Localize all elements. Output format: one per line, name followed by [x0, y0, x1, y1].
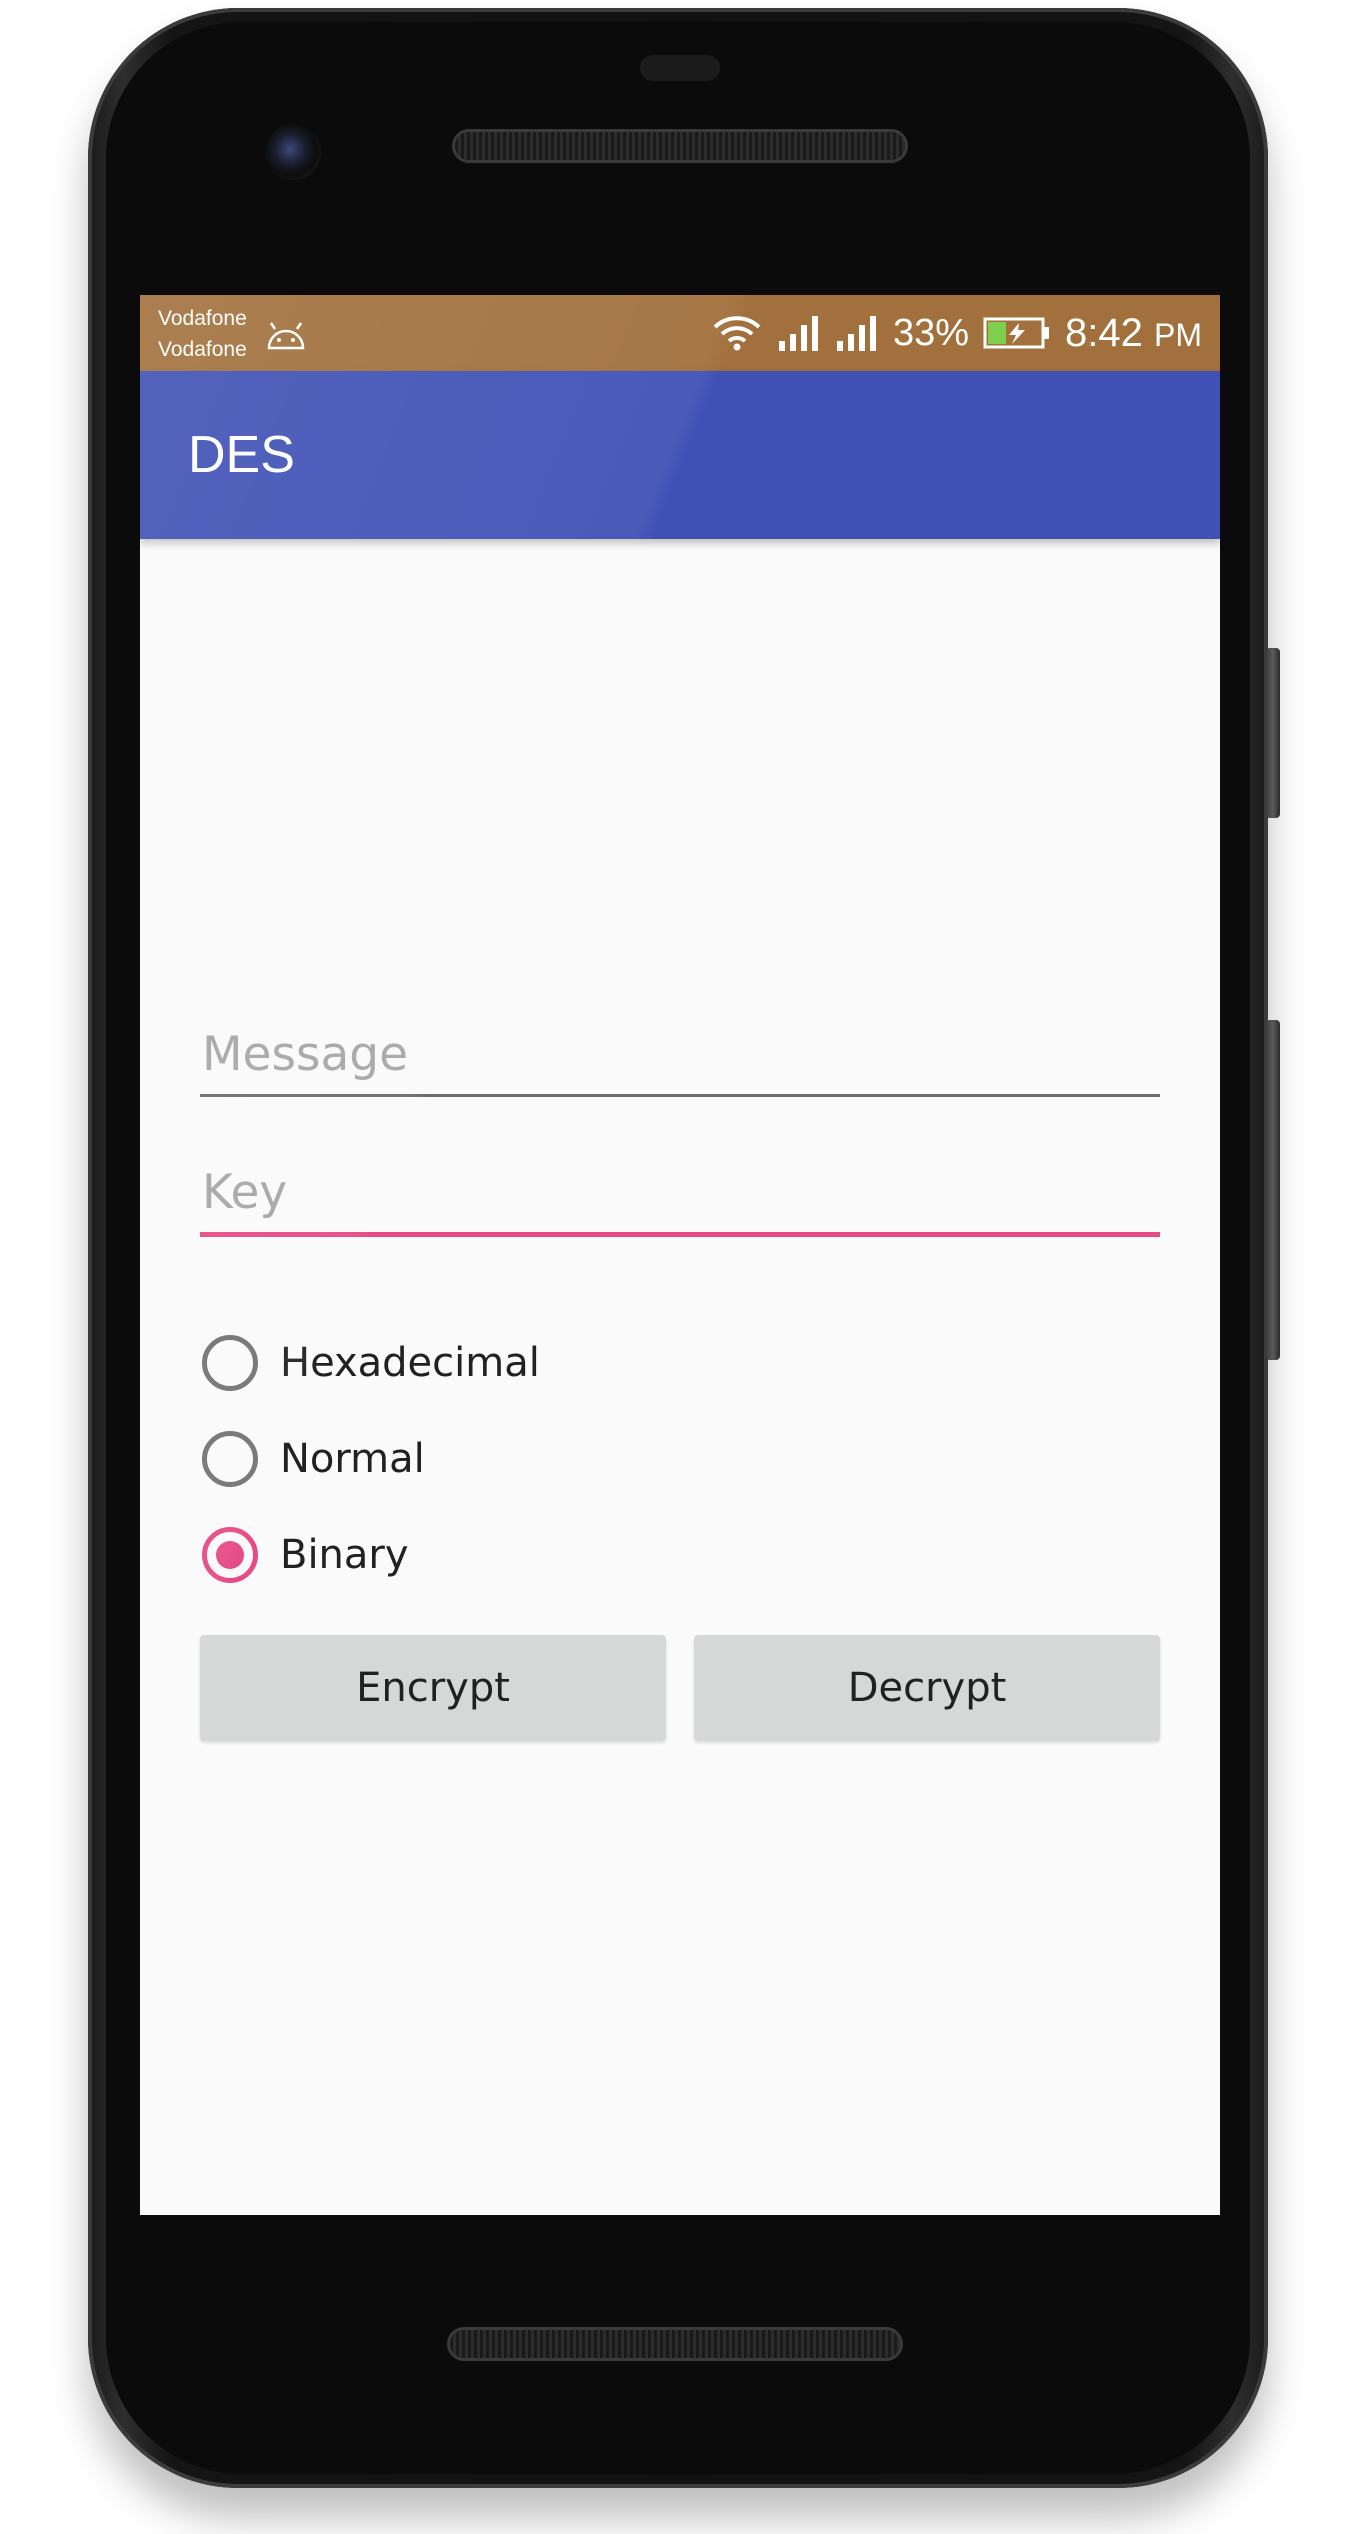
carrier-line-2: Vodafone: [158, 338, 247, 361]
radio-normal[interactable]: Normal: [202, 1411, 540, 1507]
clock-time: 8:42: [1065, 310, 1143, 355]
radio-label-hexadecimal: Hexadecimal: [280, 1340, 540, 1386]
clock-ampm: PM: [1154, 316, 1202, 353]
battery-charging-icon: [983, 317, 1050, 349]
bottom-speaker: [450, 2330, 900, 2358]
proximity-sensor: [640, 55, 720, 81]
status-bar: Vodafone Vodafone 33% 8:42 PM: [140, 295, 1220, 371]
screen-glare: [140, 295, 1220, 2215]
carrier-line-1: Vodafone: [158, 307, 247, 330]
encrypt-button[interactable]: Encrypt: [200, 1635, 666, 1741]
front-camera: [265, 124, 321, 180]
key-field[interactable]: [200, 1165, 1160, 1237]
wifi-icon: [713, 316, 761, 351]
status-icons: 33% 8:42 PM: [711, 295, 1202, 371]
phone-mockup: Vodafone Vodafone 33% 8:42 PM DES Messag…: [0, 0, 1370, 2534]
signal-icon: [778, 316, 818, 351]
power-button: [1266, 648, 1280, 818]
radio-label-binary: Binary: [280, 1532, 409, 1578]
app-title: DES: [188, 426, 295, 484]
radio-button-normal[interactable]: [202, 1431, 258, 1487]
format-radio-group: Hexadecimal Normal Binary: [202, 1315, 540, 1603]
decrypt-button[interactable]: Decrypt: [694, 1635, 1160, 1741]
message-field[interactable]: [200, 1027, 1160, 1097]
earpiece-speaker: [455, 132, 905, 160]
android-debug-icon: [267, 322, 305, 350]
radio-binary[interactable]: Binary: [202, 1507, 540, 1603]
app-toolbar: DES: [140, 371, 1220, 539]
radio-button-hexadecimal[interactable]: [202, 1335, 258, 1391]
clock: 8:42 PM: [1065, 311, 1202, 356]
radio-label-normal: Normal: [280, 1436, 425, 1482]
volume-button: [1266, 1020, 1280, 1360]
radio-hexadecimal[interactable]: Hexadecimal: [202, 1315, 540, 1411]
key-input[interactable]: [200, 1165, 1160, 1232]
message-input[interactable]: [200, 1027, 1160, 1094]
radio-button-binary[interactable]: [202, 1527, 258, 1583]
carrier-info: Vodafone Vodafone: [158, 303, 247, 365]
screen: Vodafone Vodafone 33% 8:42 PM DES Messag…: [140, 295, 1220, 2215]
signal-icon: [836, 316, 876, 351]
battery-percent: 33%: [892, 311, 970, 354]
